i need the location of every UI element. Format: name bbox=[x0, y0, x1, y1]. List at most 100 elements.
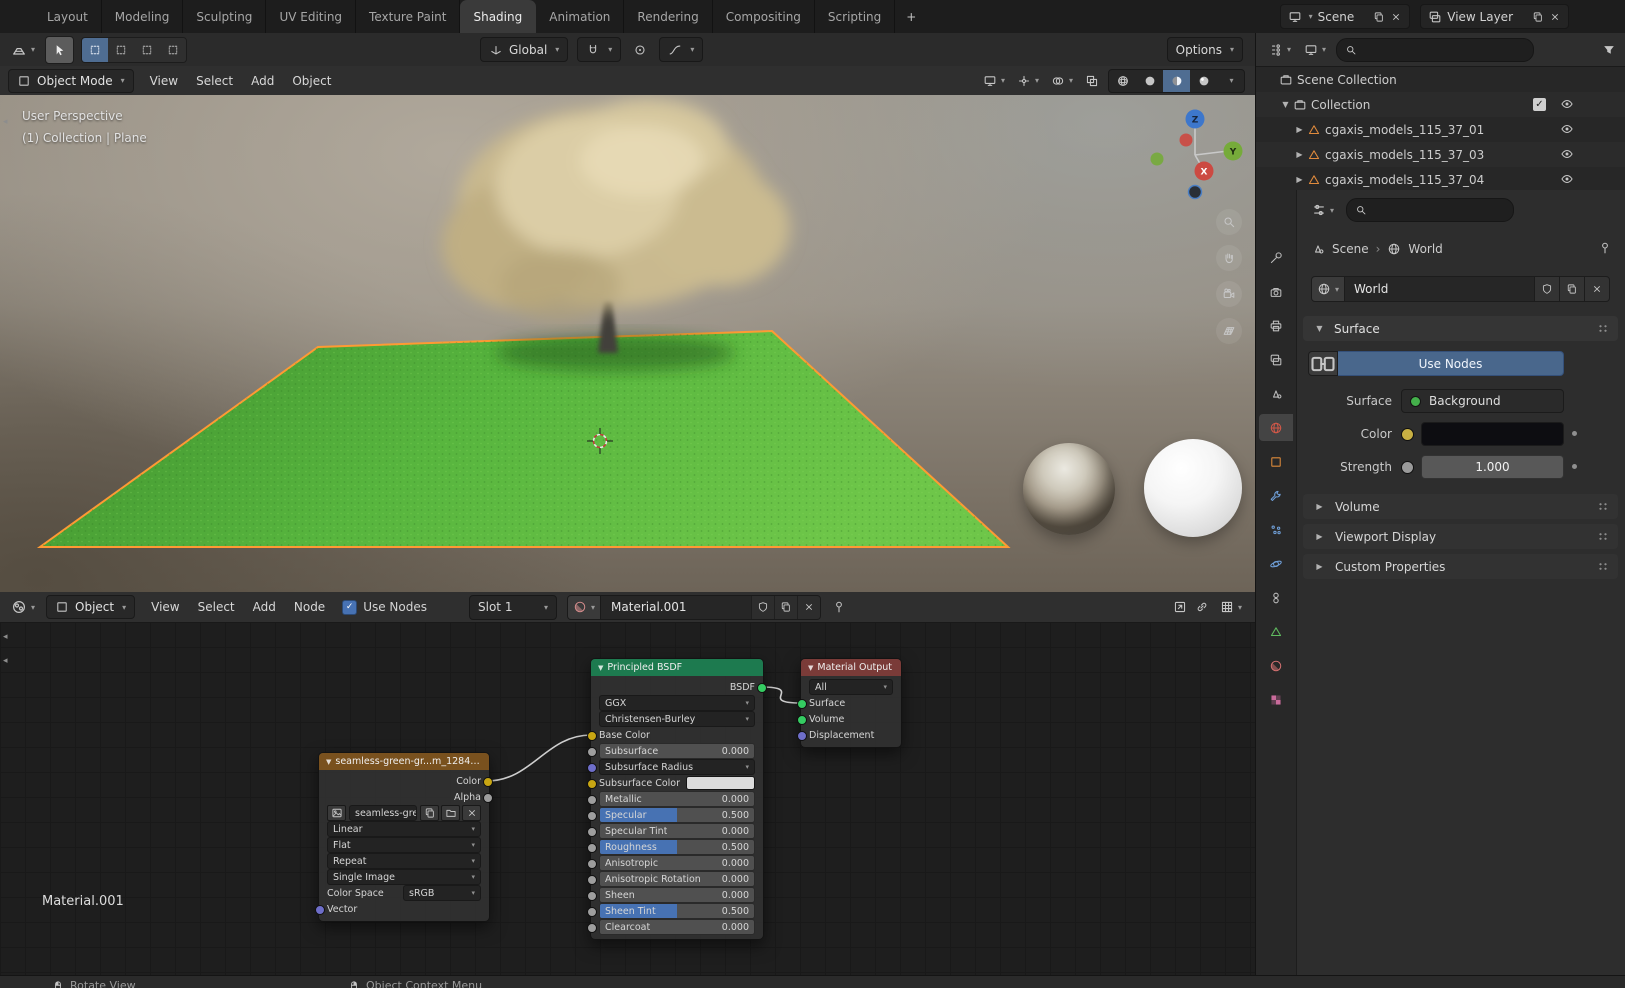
menu-add[interactable]: Add bbox=[244, 592, 285, 622]
orientation-dropdown[interactable]: Global ▾ bbox=[480, 37, 568, 62]
node-dropdown[interactable]: Christensen-Burley▾ bbox=[599, 711, 755, 727]
pin-button[interactable] bbox=[829, 596, 849, 618]
value-socket[interactable] bbox=[587, 811, 597, 821]
menu-add[interactable]: Add bbox=[242, 66, 283, 95]
properties-tab-scene[interactable] bbox=[1259, 380, 1293, 407]
editor-type-button[interactable]: ▾ bbox=[8, 39, 38, 61]
copy-image-button[interactable] bbox=[420, 805, 439, 821]
animate-dot[interactable] bbox=[1572, 464, 1577, 469]
snapping-button[interactable]: ▾ bbox=[1217, 596, 1245, 618]
shader-editor-canvas[interactable]: ▼seamless-green-gr...m_1284-52275.pngCol… bbox=[0, 622, 1255, 975]
panel-grip-icon[interactable] bbox=[1598, 562, 1609, 571]
workspace-tab-rendering[interactable]: Rendering bbox=[624, 0, 712, 33]
fake-user-button[interactable] bbox=[751, 596, 774, 619]
properties-tab-object[interactable] bbox=[1259, 448, 1293, 475]
pin-icon[interactable] bbox=[1598, 241, 1612, 255]
properties-tab-physics[interactable] bbox=[1259, 550, 1293, 577]
select-mode-new[interactable] bbox=[82, 38, 108, 62]
node-dropdown[interactable]: All▾ bbox=[809, 679, 893, 695]
outliner-search-input[interactable] bbox=[1336, 38, 1534, 62]
expand-icon[interactable]: ▶ bbox=[1292, 125, 1307, 134]
add-workspace-button[interactable]: + bbox=[895, 0, 927, 33]
vector-socket[interactable] bbox=[315, 905, 325, 915]
view-layer-selector[interactable]: View Layer bbox=[1420, 4, 1569, 29]
pan-button[interactable] bbox=[1216, 245, 1242, 271]
value-socket[interactable] bbox=[587, 923, 597, 933]
use-nodes-toggle[interactable]: ✓ Use Nodes bbox=[342, 600, 427, 615]
editor-type-button[interactable]: ▾ bbox=[1309, 199, 1337, 221]
scene-selector[interactable]: ▾ Scene bbox=[1280, 4, 1411, 29]
outliner-row[interactable]: ▶cgaxis_models_115_37_01 bbox=[1256, 117, 1625, 142]
properties-tab-world[interactable] bbox=[1259, 414, 1293, 441]
close-icon[interactable] bbox=[1390, 11, 1402, 23]
shading-rendered-button[interactable] bbox=[1190, 70, 1217, 92]
unlink-world-button[interactable] bbox=[1585, 276, 1610, 302]
filter-icon[interactable] bbox=[1602, 43, 1616, 57]
vector-socket[interactable] bbox=[587, 763, 597, 773]
vector-socket[interactable] bbox=[797, 731, 807, 741]
color-swatch[interactable] bbox=[686, 776, 755, 790]
workspace-tab-uv-editing[interactable]: UV Editing bbox=[266, 0, 356, 33]
animate-dot[interactable] bbox=[1572, 431, 1577, 436]
node-dropdown[interactable]: Flat▾ bbox=[327, 837, 481, 853]
eye-icon[interactable] bbox=[1560, 122, 1574, 136]
menu-node[interactable]: Node bbox=[285, 592, 334, 622]
zoom-button[interactable] bbox=[1216, 209, 1242, 235]
open-image-button[interactable] bbox=[441, 805, 460, 821]
workspace-tab-compositing[interactable]: Compositing bbox=[713, 0, 815, 33]
overlays-button[interactable]: ▾ bbox=[1048, 70, 1076, 92]
node-vector-field[interactable]: Subsurface Radius▾ bbox=[599, 759, 755, 775]
workspace-tab-animation[interactable]: Animation bbox=[536, 0, 624, 33]
panel-custom-properties[interactable]: ▶Custom Properties bbox=[1303, 554, 1618, 579]
workspace-tab-shading[interactable]: Shading bbox=[460, 0, 536, 33]
workspace-tab-sculpting[interactable]: Sculpting bbox=[183, 0, 266, 33]
expand-icon[interactable]: ▶ bbox=[1292, 175, 1307, 184]
node-header[interactable]: ▼Material Output bbox=[801, 659, 901, 676]
shading-solid-button[interactable] bbox=[1136, 70, 1163, 92]
menu-view[interactable]: View bbox=[142, 592, 188, 622]
shader-type-dropdown[interactable]: Object ▾ bbox=[46, 595, 135, 619]
use-nodes-button[interactable]: Use Nodes bbox=[1338, 351, 1564, 376]
select-tool-button[interactable] bbox=[45, 36, 74, 64]
panel-viewport-display[interactable]: ▶Viewport Display bbox=[1303, 524, 1618, 549]
value-socket[interactable] bbox=[587, 907, 597, 917]
surface-type-dropdown[interactable]: Background bbox=[1401, 389, 1564, 413]
properties-tab-modifiers[interactable] bbox=[1259, 482, 1293, 509]
shading-wireframe-button[interactable] bbox=[1109, 70, 1136, 92]
breadcrumb-world[interactable]: World bbox=[1408, 242, 1442, 256]
proportional-edit-button[interactable] bbox=[630, 39, 650, 61]
eye-icon[interactable] bbox=[1560, 172, 1574, 186]
value-socket[interactable] bbox=[587, 875, 597, 885]
editor-type-button[interactable]: ▾ bbox=[8, 596, 38, 618]
node-number-field[interactable]: Anisotropic Rotation0.000 bbox=[599, 871, 755, 887]
value-socket[interactable] bbox=[587, 843, 597, 853]
node-dropdown[interactable]: Single Image▾ bbox=[327, 869, 481, 885]
outliner-row[interactable]: ▶cgaxis_models_115_37_04 bbox=[1256, 167, 1625, 191]
properties-tab-material[interactable] bbox=[1259, 652, 1293, 679]
strength-field[interactable]: 1.000 bbox=[1421, 455, 1564, 479]
node-bsdf[interactable]: ▼Principled BSDFBSDFGGX▾Christensen-Burl… bbox=[590, 658, 764, 940]
outliner-row[interactable]: ▼Collection✓ bbox=[1256, 92, 1625, 117]
browse-material-button[interactable]: ▾ bbox=[568, 596, 601, 619]
material-slot-dropdown[interactable]: Slot 1 ▾ bbox=[469, 595, 557, 620]
collection-checkbox[interactable]: ✓ bbox=[1533, 98, 1546, 111]
browse-world-button[interactable]: ▾ bbox=[1311, 276, 1345, 302]
new-scene-icon[interactable] bbox=[1373, 11, 1385, 23]
options-dropdown[interactable]: Options ▾ bbox=[1167, 37, 1243, 62]
color-swatch[interactable] bbox=[1421, 422, 1564, 446]
expand-icon[interactable]: ▶ bbox=[1292, 150, 1307, 159]
unlink-material-button[interactable] bbox=[797, 596, 820, 619]
properties-tab-data[interactable] bbox=[1259, 618, 1293, 645]
tree-foliage[interactable] bbox=[442, 99, 790, 321]
menu-view[interactable]: View bbox=[141, 66, 187, 95]
node-header[interactable]: ▼seamless-green-gr...m_1284-52275.png bbox=[319, 753, 489, 770]
ortho-toggle-button[interactable] bbox=[1216, 318, 1242, 344]
shader-socket[interactable] bbox=[797, 715, 807, 725]
surface-panel-header[interactable]: ▼ Surface bbox=[1303, 316, 1618, 341]
menu-object[interactable]: Object bbox=[283, 66, 340, 95]
shading-dropdown[interactable]: ▾ bbox=[1217, 70, 1244, 92]
panel-volume[interactable]: ▶Volume bbox=[1303, 494, 1618, 519]
menu-select[interactable]: Select bbox=[187, 66, 242, 95]
editor-type-button[interactable]: ▾ bbox=[1266, 39, 1294, 61]
select-mode-subtract[interactable] bbox=[134, 38, 160, 62]
